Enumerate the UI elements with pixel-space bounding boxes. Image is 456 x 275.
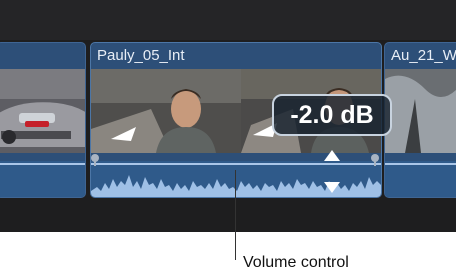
clip-au21[interactable]: Au_21_W xyxy=(384,42,456,198)
callout-leader-line xyxy=(235,170,236,260)
person-thumbnail-1 xyxy=(91,69,241,153)
clip-left[interactable] xyxy=(0,42,86,198)
car-thumbnail xyxy=(0,69,85,153)
clip-left-volume-line[interactable] xyxy=(0,163,85,165)
volume-control-line[interactable] xyxy=(91,163,381,165)
fade-handle-icon[interactable] xyxy=(90,154,100,166)
clip-title-right: Au_21_W xyxy=(391,47,456,64)
timeline-ruler-band xyxy=(0,0,456,40)
volume-readout-badge: -2.0 dB xyxy=(272,94,392,136)
fade-handle-icon[interactable] xyxy=(370,154,380,166)
volume-up-arrow-icon[interactable] xyxy=(324,150,340,161)
tree-thumbnail xyxy=(385,69,456,153)
clip-au21-volume-line[interactable] xyxy=(385,163,456,165)
timeline: Pauly_05_Int Au_21_W -2.0 dB xyxy=(0,0,456,232)
volume-control-callout: Volume control xyxy=(243,254,349,271)
volume-down-arrow-icon[interactable] xyxy=(324,182,340,193)
clip-left-audio[interactable] xyxy=(0,161,85,197)
clip-title: Pauly_05_Int xyxy=(97,47,185,64)
clip-au21-audio[interactable] xyxy=(385,161,456,197)
